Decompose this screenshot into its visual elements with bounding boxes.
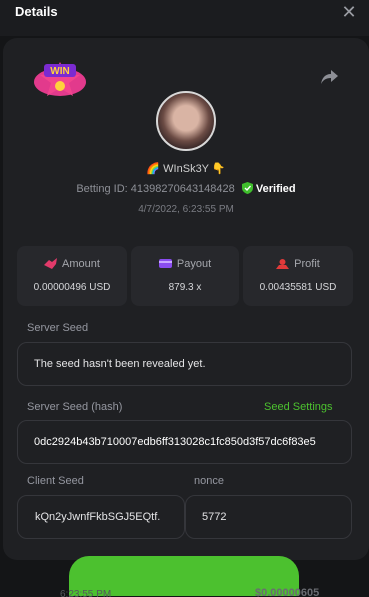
- avatar: [156, 91, 216, 151]
- svg-text:WIN: WIN: [50, 66, 69, 77]
- server-seed-field[interactable]: The seed hasn't been revealed yet.: [17, 342, 352, 386]
- username[interactable]: WInSk3Y: [163, 163, 209, 175]
- verified-shield-icon: [241, 182, 253, 194]
- profit-label: Profit: [294, 258, 320, 270]
- payout-stat: Payout 879.3 x: [131, 246, 239, 306]
- background-bet-time: 6:23:55 PM: [60, 589, 112, 597]
- client-seed-label: Client Seed: [27, 475, 84, 487]
- share-icon[interactable]: [320, 68, 340, 86]
- modal-header: Details ✕: [0, 0, 369, 36]
- nonce-field[interactable]: 5772: [185, 495, 352, 539]
- amount-label: Amount: [62, 258, 100, 270]
- betting-id-value: 41398270643148428: [130, 183, 235, 195]
- profit-stat: Profit 0.00435581 USD: [243, 246, 353, 306]
- server-seed-label: Server Seed: [27, 322, 89, 334]
- modal-title: Details: [15, 4, 58, 19]
- server-seed-hash-field[interactable]: 0dc2924b43b710007edb6ff313028c1fc850d3f5…: [17, 420, 352, 464]
- amount-icon: [44, 258, 58, 269]
- win-badge-icon: WIN: [34, 62, 86, 96]
- close-button[interactable]: ✕: [340, 3, 358, 21]
- betting-id-row: Betting ID: 41398270643148428 Verified: [3, 182, 369, 195]
- amount-value: 0.00000496 USD: [33, 282, 111, 293]
- rainbow-icon: 🌈: [146, 163, 161, 175]
- betting-id-label: Betting ID:: [76, 183, 128, 195]
- nonce-label: nonce: [194, 475, 224, 487]
- payout-value: 879.3 x: [168, 282, 202, 293]
- background-bet-amount: $0.00000605: [255, 587, 320, 597]
- seed-settings-link[interactable]: Seed Settings: [264, 401, 333, 413]
- hand-icon: 👇: [211, 163, 226, 175]
- server-seed-hash-label: Server Seed (hash): [27, 401, 123, 413]
- verified-label: Verified: [255, 183, 296, 195]
- username-row: 🌈 WInSk3Y 👇: [3, 162, 369, 175]
- amount-stat: Amount 0.00000496 USD: [17, 246, 127, 306]
- payout-label: Payout: [176, 258, 212, 270]
- bet-details-card: WIN 🌈 WInSk3Y 👇 Betting ID: 413982706431…: [3, 38, 369, 560]
- bet-date: 4/7/2022, 6:23:55 PM: [138, 204, 234, 215]
- profit-value: 0.00435581 USD: [259, 282, 337, 293]
- payout-icon: [158, 259, 172, 268]
- client-seed-field[interactable]: kQn2yJwnfFkbSGJ5EQtf.: [17, 495, 185, 539]
- profit-icon: [276, 259, 290, 269]
- close-icon: ✕: [341, 2, 357, 22]
